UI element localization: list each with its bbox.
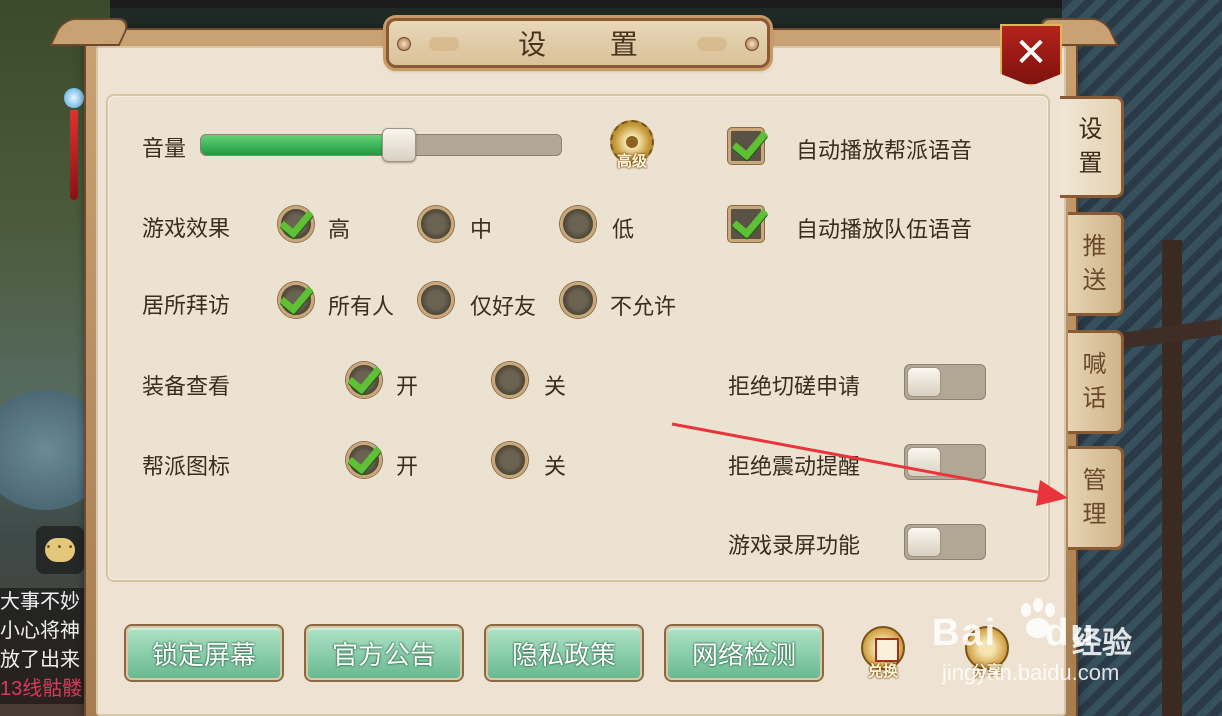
refuse-vibration-label: 拒绝震动提醒 bbox=[728, 454, 861, 479]
guild-icon-on-label: 开 bbox=[396, 454, 419, 479]
dialog-title: 设 置 bbox=[518, 29, 666, 60]
visit-friends-radio[interactable] bbox=[418, 282, 454, 318]
guild-icon-off-radio[interactable] bbox=[492, 442, 528, 478]
volume-label: 音量 bbox=[142, 136, 187, 161]
tab-manage[interactable]: 管 理 bbox=[1068, 446, 1124, 550]
tab-char: 推 bbox=[1082, 233, 1107, 260]
settings-content-panel bbox=[106, 94, 1050, 582]
watermark-brand-cn: 经验 bbox=[1072, 627, 1132, 660]
chat-bubble-glyph bbox=[45, 538, 75, 562]
toggle-knob bbox=[907, 447, 941, 477]
visit-nobody-label: 不允许 bbox=[610, 294, 677, 319]
chat-line: 小心将神 bbox=[0, 620, 80, 642]
tab-shout[interactable]: 喊 话 bbox=[1068, 330, 1124, 434]
volume-slider-thumb[interactable] bbox=[382, 128, 416, 162]
equipment-view-label: 装备查看 bbox=[142, 374, 231, 399]
network-check-button[interactable]: 网络检测 bbox=[666, 626, 822, 680]
tab-char: 设 bbox=[1078, 116, 1103, 143]
plaque-knob bbox=[397, 37, 411, 51]
equipment-view-off-label: 关 bbox=[544, 374, 567, 399]
pendant-tassel bbox=[70, 110, 78, 200]
chat-line: 放了出来 bbox=[0, 649, 80, 671]
tab-char: 话 bbox=[1082, 385, 1107, 412]
equipment-view-on-label: 开 bbox=[396, 374, 419, 399]
screen-record-label: 游戏录屏功能 bbox=[728, 533, 861, 558]
tab-char: 送 bbox=[1082, 267, 1107, 294]
advanced-audio-button[interactable]: 高级 bbox=[608, 120, 656, 170]
chat-bubble-icon[interactable] bbox=[36, 526, 84, 574]
auto-play-team-voice-checkbox[interactable] bbox=[728, 206, 764, 242]
guild-icon-on-radio[interactable] bbox=[346, 442, 382, 478]
privacy-policy-button[interactable]: 隐私政策 bbox=[486, 626, 642, 680]
title-plaque: 设 置 bbox=[386, 18, 770, 68]
volume-slider-fill bbox=[201, 135, 399, 155]
top-status-bar bbox=[0, 0, 1222, 8]
refuse-duel-label: 拒绝切磋申请 bbox=[728, 374, 861, 399]
auto-play-guild-voice-checkbox[interactable] bbox=[728, 128, 764, 164]
plaque-knob bbox=[745, 37, 759, 51]
screen-record-toggle[interactable] bbox=[904, 524, 986, 560]
game-effect-medium-radio[interactable] bbox=[418, 206, 454, 242]
guild-icon-off-label: 关 bbox=[544, 454, 567, 479]
tab-settings[interactable]: 设 置 bbox=[1060, 96, 1124, 198]
tab-char: 理 bbox=[1082, 501, 1107, 528]
watermark-brand-a: Bai bbox=[932, 612, 998, 654]
exchange-label: 兑换 bbox=[867, 663, 898, 680]
toggle-knob bbox=[907, 367, 941, 397]
visit-nobody-radio[interactable] bbox=[560, 282, 596, 318]
visit-everyone-label: 所有人 bbox=[328, 294, 395, 319]
game-effect-high-radio[interactable] bbox=[278, 206, 314, 242]
official-notice-button[interactable]: 官方公告 bbox=[306, 626, 462, 680]
chat-log[interactable]: 大事不妙 小心将神 放了出来 13线骷髅 bbox=[0, 588, 95, 704]
close-button[interactable]: ✕ bbox=[1000, 24, 1062, 86]
guild-icon-label: 帮派图标 bbox=[142, 454, 231, 479]
volume-slider[interactable] bbox=[200, 128, 562, 162]
residence-visit-label: 居所拜访 bbox=[142, 293, 231, 318]
chat-line: 大事不妙 bbox=[0, 591, 80, 613]
game-effect-medium-label: 中 bbox=[470, 217, 493, 242]
cloud-ornament bbox=[697, 37, 727, 51]
cloud-ornament bbox=[429, 37, 459, 51]
tab-char: 喊 bbox=[1082, 351, 1107, 378]
tab-char: 置 bbox=[1078, 150, 1103, 177]
exchange-button[interactable]: 兑换 bbox=[858, 624, 908, 680]
toggle-knob bbox=[907, 527, 941, 557]
pendant-icon bbox=[64, 60, 84, 200]
auto-play-guild-voice-label: 自动播放帮派语音 bbox=[796, 138, 973, 163]
baidu-watermark: Bai du 经验 jingyan.baidu.com bbox=[932, 598, 1172, 698]
game-effect-label: 游戏效果 bbox=[142, 216, 231, 241]
equipment-view-off-radio[interactable] bbox=[492, 362, 528, 398]
game-effect-high-label: 高 bbox=[328, 217, 351, 242]
refuse-vibration-toggle[interactable] bbox=[904, 444, 986, 480]
watermark-url: jingyan.baidu.com bbox=[942, 660, 1120, 685]
game-effect-low-label: 低 bbox=[612, 217, 635, 242]
visit-friends-label: 仅好友 bbox=[470, 294, 537, 319]
visit-everyone-radio[interactable] bbox=[278, 282, 314, 318]
advanced-label: 高级 bbox=[616, 153, 647, 170]
tab-char: 管 bbox=[1082, 467, 1107, 494]
lock-screen-button[interactable]: 锁定屏幕 bbox=[126, 626, 282, 680]
tab-push[interactable]: 推 送 bbox=[1068, 212, 1124, 316]
pendant-orb bbox=[64, 88, 84, 108]
refuse-duel-toggle[interactable] bbox=[904, 364, 986, 400]
auto-play-team-voice-label: 自动播放队伍语音 bbox=[796, 217, 973, 242]
close-icon: ✕ bbox=[1014, 30, 1048, 76]
chat-line: 13线骷髅 bbox=[0, 678, 83, 700]
game-effect-low-radio[interactable] bbox=[560, 206, 596, 242]
equipment-view-on-radio[interactable] bbox=[346, 362, 382, 398]
